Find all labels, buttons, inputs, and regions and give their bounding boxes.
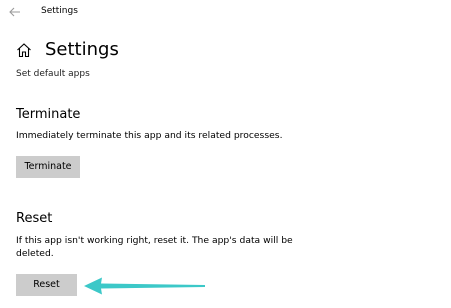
annotation-arrow-icon [84, 277, 205, 295]
home-icon[interactable] [16, 42, 32, 58]
set-default-apps-link[interactable]: Set default apps [16, 68, 90, 80]
title-bar: Settings [0, 0, 451, 24]
window-title: Settings [41, 6, 78, 16]
terminate-button[interactable]: Terminate [16, 156, 80, 178]
page-title: Settings [45, 39, 119, 60]
reset-button[interactable]: Reset [16, 274, 77, 296]
back-arrow-icon[interactable] [8, 4, 22, 18]
terminate-description: Immediately terminate this app and its r… [16, 130, 283, 141]
reset-description: If this app isn't working right, reset i… [16, 235, 293, 259]
terminate-heading: Terminate [16, 107, 81, 122]
reset-heading: Reset [16, 211, 53, 226]
